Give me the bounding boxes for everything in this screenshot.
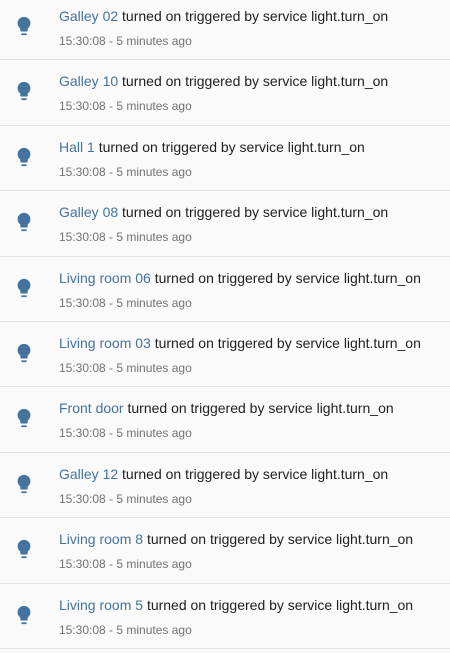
- lightbulb-icon: [13, 80, 35, 102]
- entry-message: turned on triggered by service light.tur…: [146, 531, 414, 547]
- entry-message-line: Galley 02 turned on triggered by service…: [59, 7, 446, 25]
- entry-time: 15:30:08: [59, 165, 106, 179]
- entry-relative-time: 5 minutes ago: [116, 230, 192, 244]
- entry-time: 15:30:08: [59, 623, 106, 637]
- entry-timestamp: 15:30:08 - 5 minutes ago: [59, 426, 192, 440]
- entry-message-line: Galley 12 turned on triggered by service…: [59, 465, 446, 483]
- entity-link[interactable]: Front door: [59, 400, 124, 416]
- entity-link[interactable]: Galley 02: [59, 8, 118, 24]
- entry-relative-time: 5 minutes ago: [116, 557, 192, 571]
- entry-timestamp: 15:30:08 - 5 minutes ago: [59, 99, 192, 113]
- logbook-entry: Living room 06 turned on triggered by se…: [0, 257, 450, 322]
- entry-relative-time: 5 minutes ago: [116, 165, 192, 179]
- entry-relative-time: 5 minutes ago: [116, 99, 192, 113]
- entry-relative-time: 5 minutes ago: [116, 296, 192, 310]
- entry-time: 15:30:08: [59, 361, 106, 375]
- entry-time: 15:30:08: [59, 99, 106, 113]
- entry-time: 15:30:08: [59, 426, 106, 440]
- entry-message-line: Living room 03 turned on triggered by se…: [59, 334, 446, 352]
- logbook-entry: Living room 5 turned on triggered by ser…: [0, 584, 450, 649]
- lightbulb-icon: [13, 15, 35, 37]
- entry-timestamp: 15:30:08 - 5 minutes ago: [59, 557, 192, 571]
- entry-time: 15:30:08: [59, 230, 106, 244]
- entity-link[interactable]: Living room 03: [59, 335, 151, 351]
- logbook-entry: Galley 02 turned on triggered by service…: [0, 0, 450, 60]
- entry-message: turned on triggered by service light.tur…: [98, 139, 365, 155]
- entry-time: 15:30:08: [59, 34, 106, 48]
- logbook-entry: Galley 10 turned on triggered by service…: [0, 60, 450, 126]
- logbook-entry: Galley 08 turned on triggered by service…: [0, 191, 450, 257]
- entry-message: turned on triggered by service light.tur…: [127, 400, 394, 416]
- logbook-entry: Hall 1 turned on triggered by service li…: [0, 126, 450, 191]
- entity-link[interactable]: Hall 1: [59, 139, 95, 155]
- entry-relative-time: 5 minutes ago: [116, 492, 192, 506]
- entry-timestamp: 15:30:08 - 5 minutes ago: [59, 34, 192, 48]
- entry-message: turned on triggered by service light.tur…: [122, 8, 389, 24]
- entry-time: 15:30:08: [59, 557, 106, 571]
- entity-link[interactable]: Galley 08: [59, 204, 118, 220]
- logbook-entry: Living room 8 turned on triggered by ser…: [0, 518, 450, 584]
- entry-relative-time: 5 minutes ago: [116, 361, 192, 375]
- lightbulb-icon: [13, 211, 35, 233]
- entry-message-line: Living room 5 turned on triggered by ser…: [59, 596, 446, 614]
- entry-message-line: Front door turned on triggered by servic…: [59, 399, 446, 417]
- entry-timestamp: 15:30:08 - 5 minutes ago: [59, 230, 192, 244]
- entity-link[interactable]: Living room 06: [59, 270, 151, 286]
- entry-timestamp: 15:30:08 - 5 minutes ago: [59, 361, 192, 375]
- entry-message: turned on triggered by service light.tur…: [122, 204, 389, 220]
- lightbulb-icon: [13, 604, 35, 626]
- entry-message: turned on triggered by service light.tur…: [122, 73, 389, 89]
- entry-message: turned on triggered by service light.tur…: [122, 466, 389, 482]
- entry-relative-time: 5 minutes ago: [116, 34, 192, 48]
- logbook-entry: Living room 03 turned on triggered by se…: [0, 322, 450, 387]
- entry-message-line: Living room 8 turned on triggered by ser…: [59, 530, 446, 548]
- logbook-list: Galley 02 turned on triggered by service…: [0, 0, 450, 653]
- lightbulb-icon: [13, 538, 35, 560]
- entry-timestamp: 15:30:08 - 5 minutes ago: [59, 623, 192, 637]
- entry-message-line: Galley 08 turned on triggered by service…: [59, 203, 446, 221]
- entry-time: 15:30:08: [59, 492, 106, 506]
- lightbulb-icon: [13, 473, 35, 495]
- entry-message: turned on triggered by service light.tur…: [146, 597, 414, 613]
- entry-message: turned on triggered by service light.tur…: [154, 270, 421, 286]
- lightbulb-icon: [13, 342, 35, 364]
- entry-message: turned on triggered by service light.tur…: [154, 335, 421, 351]
- entry-relative-time: 5 minutes ago: [116, 623, 192, 637]
- lightbulb-icon: [13, 407, 35, 429]
- entry-message-line: Galley 10 turned on triggered by service…: [59, 72, 446, 90]
- logbook-entry: Front door turned on triggered by servic…: [0, 387, 450, 453]
- entry-time: 15:30:08: [59, 296, 106, 310]
- entity-link[interactable]: Living room 5: [59, 597, 143, 613]
- entry-message-line: Hall 1 turned on triggered by service li…: [59, 138, 446, 156]
- lightbulb-icon: [13, 277, 35, 299]
- entity-link[interactable]: Galley 12: [59, 466, 118, 482]
- entry-timestamp: 15:30:08 - 5 minutes ago: [59, 296, 192, 310]
- entry-timestamp: 15:30:08 - 5 minutes ago: [59, 165, 192, 179]
- entry-message-line: Living room 06 turned on triggered by se…: [59, 269, 446, 287]
- logbook-entry: Galley 12 turned on triggered by service…: [0, 453, 450, 518]
- entry-timestamp: 15:30:08 - 5 minutes ago: [59, 492, 192, 506]
- entity-link[interactable]: Living room 8: [59, 531, 143, 547]
- entry-relative-time: 5 minutes ago: [116, 426, 192, 440]
- entity-link[interactable]: Galley 10: [59, 73, 118, 89]
- lightbulb-icon: [13, 146, 35, 168]
